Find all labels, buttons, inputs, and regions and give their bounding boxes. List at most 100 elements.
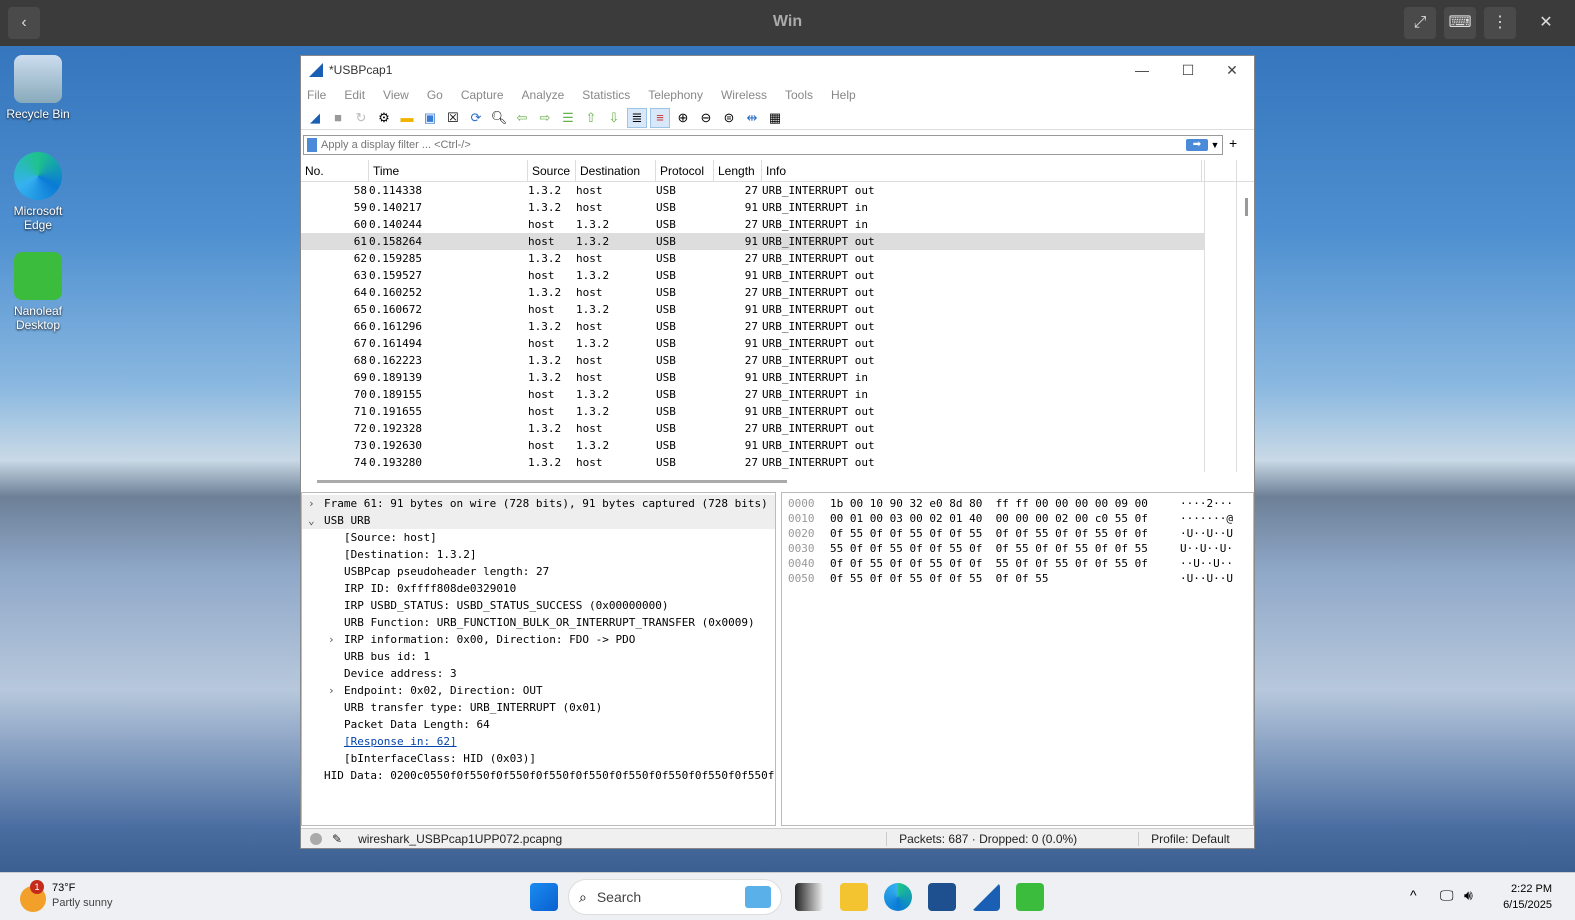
menu-capture[interactable]: Capture	[461, 88, 504, 102]
menu-analyze[interactable]: Analyze	[522, 88, 565, 102]
file-explorer-icon[interactable]	[840, 883, 868, 911]
zoom-out-icon[interactable]: ⊖	[696, 108, 716, 128]
tree-item[interactable]: IRP USBD_STATUS: USBD_STATUS_SUCCESS (0x…	[302, 597, 775, 614]
display-filter-input[interactable]	[317, 139, 1186, 151]
packet-row[interactable]: 71 0.191655 host 1.3.2 USB 91 URB_INTERRUPT ou…	[301, 403, 1204, 420]
open-file-icon[interactable]: ▬	[397, 108, 417, 128]
go-back-icon[interactable]: ⇦	[512, 108, 532, 128]
tray-chevron-icon[interactable]: ^	[1410, 887, 1417, 903]
col-time[interactable]: Time	[369, 159, 528, 182]
more-menu-icon[interactable]: ⋮	[1484, 7, 1516, 39]
close-session-icon[interactable]: ✕	[1530, 7, 1562, 39]
tree-item-text[interactable]: [Response in: 62]	[344, 735, 457, 748]
zoom-in-icon[interactable]: ⊕	[673, 108, 693, 128]
packet-list-hscroll[interactable]	[317, 480, 787, 483]
find-packet-icon[interactable]: 🔍︎	[489, 108, 509, 128]
desktop-icon-nanoleaf[interactable]: Nanoleaf Desktop	[4, 252, 72, 332]
col-info[interactable]: Info	[762, 159, 1202, 182]
reload-file-icon[interactable]: ⟳	[466, 108, 486, 128]
volume-icon[interactable]: 🔊︎	[1464, 887, 1473, 904]
packet-row[interactable]: 61 0.158264 host 1.3.2 USB 91 URB_INTERRUPT ou…	[301, 233, 1204, 250]
save-file-icon[interactable]: ▣	[420, 108, 440, 128]
col-length[interactable]: Length	[714, 159, 762, 182]
packet-row[interactable]: 63 0.159527 host 1.3.2 USB 91 URB_INTERRUPT ou…	[301, 267, 1204, 284]
tree-item[interactable]: ⌄ USB URB	[302, 512, 775, 529]
profile-selector[interactable]: Profile: Default	[1138, 831, 1230, 846]
menu-file[interactable]: File	[307, 88, 326, 102]
packet-row[interactable]: 70 0.189155 host 1.3.2 USB 27 URB_INTERRUPT in	[301, 386, 1204, 403]
menu-edit[interactable]: Edit	[344, 88, 365, 102]
col-protocol[interactable]: Protocol	[656, 159, 714, 182]
keyboard-icon[interactable]: ⌨	[1444, 7, 1476, 39]
menu-help[interactable]: Help	[831, 88, 856, 102]
col-no[interactable]: No.	[301, 159, 369, 182]
menu-telephony[interactable]: Telephony	[648, 88, 703, 102]
tree-item[interactable]: [Response in: 62]	[302, 733, 775, 750]
apply-filter-icon[interactable]: ➡	[1186, 139, 1208, 151]
network-icon[interactable]: 🖵︎	[1440, 887, 1454, 904]
packet-row[interactable]: 73 0.192630 host 1.3.2 USB 91 URB_INTERRUPT ou…	[301, 437, 1204, 454]
packet-row[interactable]: 68 0.162223 1.3.2 host USB 27 URB_INTERRUPT ou…	[301, 352, 1204, 369]
packet-row[interactable]: 74 0.193280 1.3.2 host USB 27 URB_INTERRUPT ou…	[301, 454, 1204, 471]
tree-item[interactable]: URB transfer type: URB_INTERRUPT (0x01)	[302, 699, 775, 716]
hex-row[interactable]: 0010 00 01 00 03 00 02 01 40 00 00 00 02 …	[782, 511, 1253, 526]
go-forward-icon[interactable]: ⇨	[535, 108, 555, 128]
desktop-icon-recycle-bin[interactable]: Recycle Bin	[4, 55, 72, 121]
hex-row[interactable]: 0030 55 0f 0f 55 0f 0f 55 0f 0f 55 0f 0f …	[782, 541, 1253, 556]
hex-row[interactable]: 0050 0f 55 0f 0f 55 0f 0f 55 0f 0f 55 ·U··…	[782, 571, 1253, 586]
layout-icon[interactable]: ▦	[765, 108, 785, 128]
collapsed-chevron-icon[interactable]: ›	[308, 495, 315, 512]
add-filter-button[interactable]: +	[1229, 135, 1237, 151]
hex-row[interactable]: 0040 0f 0f 55 0f 0f 55 0f 0f 55 0f 0f 55 …	[782, 556, 1253, 571]
tree-item[interactable]: IRP ID: 0xffff808de0329010	[302, 580, 775, 597]
zoom-normal-icon[interactable]: ⊜	[719, 108, 739, 128]
tree-item[interactable]: URB bus id: 1	[302, 648, 775, 665]
capture-comment-icon[interactable]: ✎	[332, 832, 342, 846]
autoscroll-icon[interactable]: ≣	[627, 107, 647, 128]
menu-go[interactable]: Go	[427, 88, 443, 102]
hex-row[interactable]: 0000 1b 00 10 90 32 e0 8d 80 ff ff 00 00 …	[782, 496, 1253, 511]
tree-item[interactable]: URB Function: URB_FUNCTION_BULK_OR_INTER…	[302, 614, 775, 631]
close-file-icon[interactable]: ☒	[443, 108, 463, 128]
packet-row[interactable]: 66 0.161296 1.3.2 host USB 27 URB_INTERRUPT ou…	[301, 318, 1204, 335]
expert-info-icon[interactable]	[310, 832, 322, 845]
desktop-icon-edge[interactable]: Microsoft Edge	[4, 152, 72, 232]
tree-item[interactable]: Packet Data Length: 64	[302, 716, 775, 733]
col-destination[interactable]: Destination	[576, 159, 656, 182]
tree-item[interactable]: › IRP information: 0x00, Direction: FDO -…	[302, 631, 775, 648]
tree-item[interactable]: Device address: 3	[302, 665, 775, 682]
menu-view[interactable]: View	[383, 88, 409, 102]
restart-capture-icon[interactable]: ↻	[351, 108, 371, 128]
stop-capture-icon[interactable]: ■	[328, 108, 348, 128]
weather-widget[interactable]: 1 73°F Partly sunny	[20, 880, 113, 912]
packet-list-scrollbar[interactable]	[1204, 160, 1248, 472]
bookmark-icon[interactable]	[307, 138, 317, 152]
tree-item[interactable]: USBPcap pseudoheader length: 27	[302, 563, 775, 580]
tree-item[interactable]: › Endpoint: 0x02, Direction: OUT	[302, 682, 775, 699]
tree-item[interactable]: [Destination: 1.3.2]	[302, 546, 775, 563]
go-first-icon[interactable]: ⇧	[581, 108, 601, 128]
minimize-button[interactable]: —	[1119, 58, 1165, 82]
store-icon[interactable]	[928, 883, 956, 911]
edge-taskbar-icon[interactable]	[884, 883, 912, 911]
menu-statistics[interactable]: Statistics	[582, 88, 630, 102]
packet-row[interactable]: 62 0.159285 1.3.2 host USB 27 URB_INTERRUPT ou…	[301, 250, 1204, 267]
go-last-icon[interactable]: ⇩	[604, 108, 624, 128]
wireshark-taskbar-icon[interactable]	[972, 883, 1000, 911]
capture-options-icon[interactable]: ⚙	[374, 108, 394, 128]
packet-row[interactable]: 59 0.140217 1.3.2 host USB 91 URB_INTERRUPT in	[301, 199, 1204, 216]
filter-dropdown-icon[interactable]: ▼	[1208, 140, 1222, 150]
packet-row[interactable]: 65 0.160672 host 1.3.2 USB 91 URB_INTERRUPT ou…	[301, 301, 1204, 318]
packet-row[interactable]: 60 0.140244 host 1.3.2 USB 27 URB_INTERRUPT in	[301, 216, 1204, 233]
expanded-chevron-icon[interactable]: ⌄	[308, 512, 315, 529]
nanoleaf-taskbar-icon[interactable]	[1016, 883, 1044, 911]
close-button[interactable]: ✕	[1209, 58, 1255, 82]
maximize-button[interactable]: ☐	[1165, 58, 1211, 82]
menu-wireless[interactable]: Wireless	[721, 88, 767, 102]
packet-row[interactable]: 64 0.160252 1.3.2 host USB 27 URB_INTERRUPT ou…	[301, 284, 1204, 301]
packet-row[interactable]: 72 0.192328 1.3.2 host USB 27 URB_INTERRUPT ou…	[301, 420, 1204, 437]
taskbar-search[interactable]: ⌕ Search	[568, 879, 782, 915]
collapsed-chevron-icon[interactable]: ›	[328, 631, 335, 648]
tree-item[interactable]: [bInterfaceClass: HID (0x03)]	[302, 750, 775, 767]
start-capture-icon[interactable]: ◢	[305, 108, 325, 128]
